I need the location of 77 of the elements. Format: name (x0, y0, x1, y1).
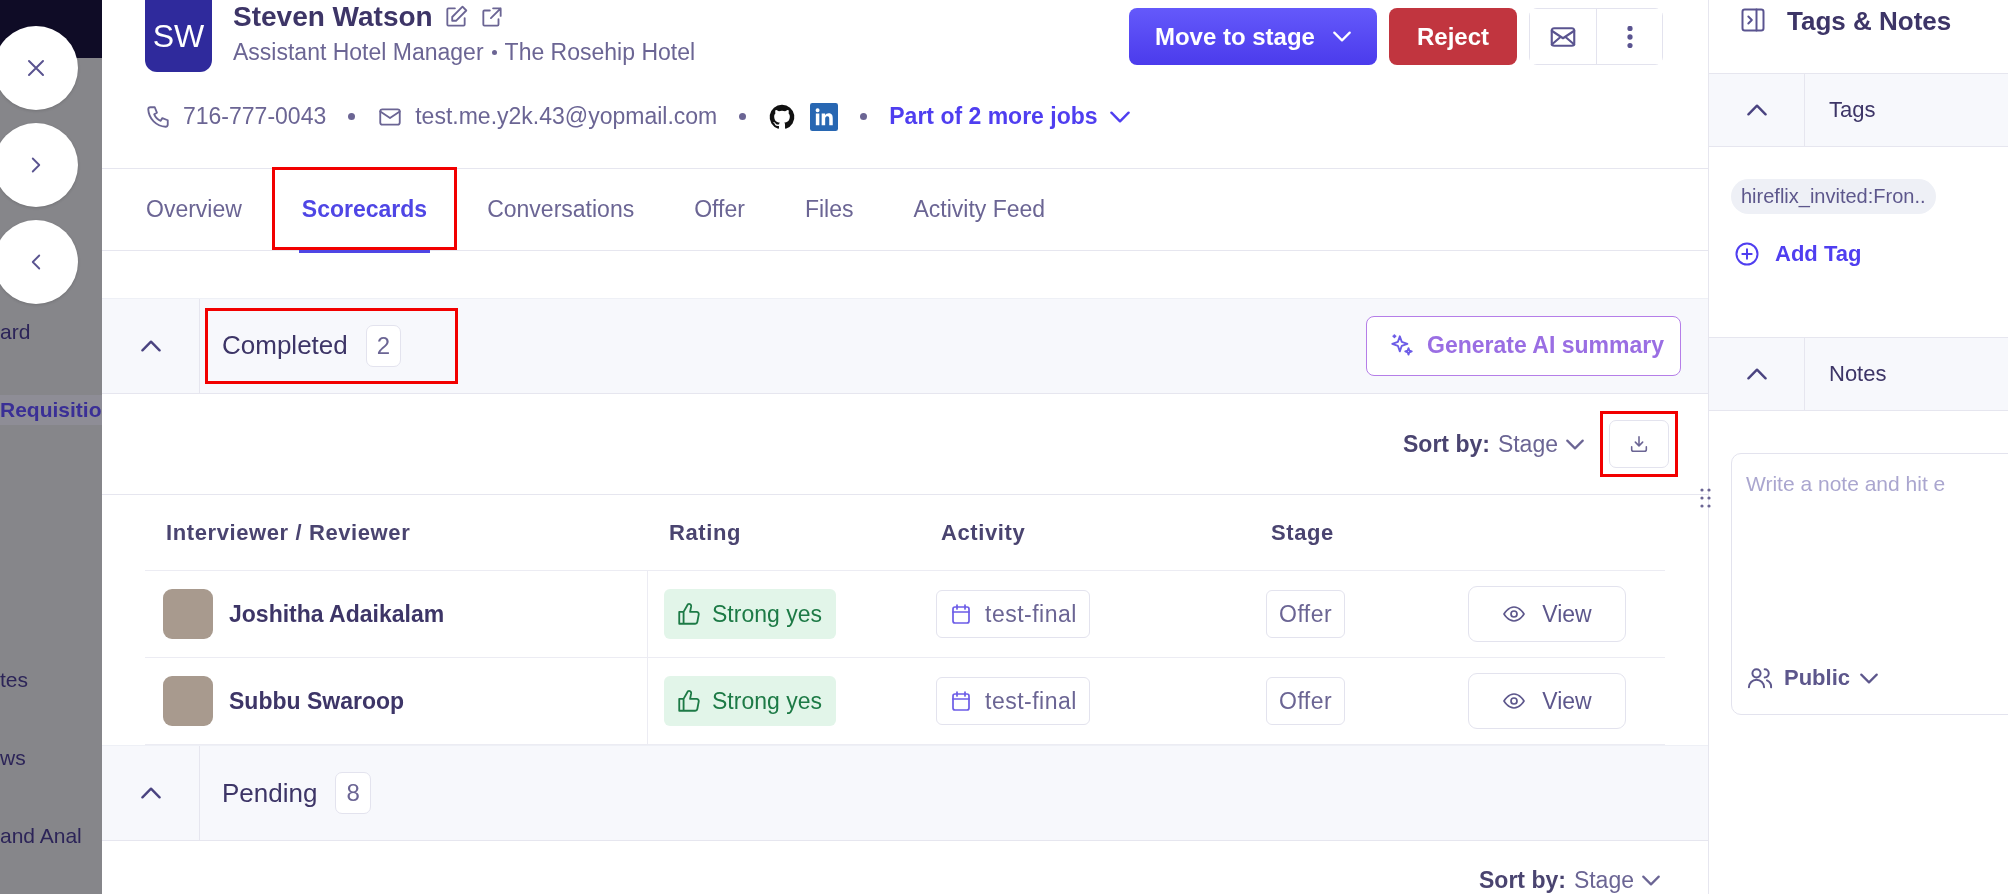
reviewer-name: Subbu Swaroop (229, 687, 405, 715)
sidebar-item[interactable]: tes (0, 665, 102, 695)
chevron-up-icon (1746, 368, 1767, 380)
plus-circle-icon (1733, 240, 1761, 268)
activity-chip: test-final (936, 677, 1090, 726)
count-badge: 8 (335, 772, 371, 815)
candidate-avatar: SW (145, 0, 212, 72)
tab[interactable]: Activity Feed (910, 169, 1049, 253)
bullet-icon (491, 50, 497, 55)
kebab-icon (1626, 25, 1633, 48)
chevron-up-icon (1746, 104, 1767, 116)
sort-dropdown[interactable]: Sort by: Stage (1479, 867, 1660, 894)
bullet-icon (860, 113, 868, 121)
sparkles-icon (1389, 332, 1416, 359)
avatar-placeholder (163, 589, 213, 640)
column-header: Activity (940, 519, 1027, 546)
panel-title: Tags & Notes (1787, 6, 1952, 37)
tag-chip[interactable]: hireflix_invited:Fron.. (1731, 179, 1936, 214)
more-jobs-link[interactable]: Part of 2 more jobs (889, 103, 1130, 131)
tab[interactable]: Files (801, 169, 857, 253)
stage-chip: Offer (1266, 677, 1346, 726)
section-title: Tags (1828, 97, 1876, 123)
section-title: Pending (222, 777, 318, 809)
sidebar-item[interactable]: ard (0, 317, 102, 347)
chevron-down-icon (1332, 31, 1351, 42)
avatar-placeholder (163, 676, 213, 727)
activity-chip: test-final (936, 590, 1090, 639)
sidebar-item[interactable]: and Anal (0, 821, 102, 851)
section-title: Completed (222, 330, 348, 362)
rating-badge: Strong yes (664, 589, 836, 640)
tab[interactable]: Conversations (484, 169, 638, 253)
generate-ai-summary-button[interactable]: Generate AI summary (1366, 315, 1681, 376)
tab[interactable]: Overview (143, 169, 245, 253)
note-field[interactable]: Write a note and hit e Public (1731, 453, 2008, 715)
phone-icon (145, 103, 171, 130)
reviewer-name: Joshitha Adaikalam (229, 600, 445, 628)
section-title: Notes (1828, 361, 1887, 387)
download-icon (1628, 433, 1650, 455)
chevron-down-icon (1566, 438, 1584, 450)
drag-handle-icon[interactable] (1700, 488, 1712, 508)
chevron-up-icon (140, 339, 161, 352)
bullet-icon (348, 113, 356, 121)
github-icon[interactable] (768, 102, 797, 131)
job-title: Assistant Hotel Manager (233, 39, 484, 66)
move-to-stage-button[interactable]: Move to stage (1128, 8, 1377, 65)
count-badge: 2 (365, 324, 402, 367)
reject-button[interactable]: Reject (1388, 8, 1517, 65)
chevron-down-icon (1642, 875, 1660, 886)
tab[interactable]: Scorecards (298, 169, 431, 253)
bullet-icon (739, 113, 747, 121)
phone-number: 716-777-0043 (183, 103, 327, 131)
chevron-up-icon (140, 787, 161, 800)
tab[interactable]: Offer (691, 169, 748, 253)
rating-badge: Strong yes (664, 676, 836, 727)
column-header: Interviewer / Reviewer (165, 519, 412, 546)
sidebar-item[interactable]: Requisitio (0, 395, 102, 425)
chevron-down-icon (1860, 672, 1878, 684)
email-address: test.me.y2k.43@yopmail.com (415, 103, 718, 131)
view-button[interactable]: View (1468, 673, 1626, 730)
calendar-icon (949, 689, 973, 714)
chevron-down-icon (1109, 110, 1130, 123)
company-name: The Rosehip Hotel (504, 39, 696, 66)
download-button[interactable] (1609, 420, 1669, 468)
linkedin-icon[interactable] (810, 102, 839, 131)
thumbs-up-icon (676, 601, 702, 628)
column-header: Stage (1270, 519, 1335, 546)
add-tag-button[interactable]: Add Tag (1731, 240, 1862, 268)
view-button[interactable]: View (1468, 586, 1626, 643)
candidate-name: Steven Watson (233, 1, 433, 33)
column-header: Rating (668, 519, 743, 546)
panel-toggle-icon (1739, 6, 1767, 34)
stage-chip: Offer (1266, 590, 1346, 639)
calendar-icon (949, 602, 973, 627)
thumbs-up-icon (676, 688, 702, 715)
sort-dropdown[interactable]: Sort by: Stage (1403, 430, 1584, 458)
sidebar-item[interactable]: ws (0, 743, 102, 773)
visibility-dropdown[interactable]: Public (1746, 664, 2008, 692)
